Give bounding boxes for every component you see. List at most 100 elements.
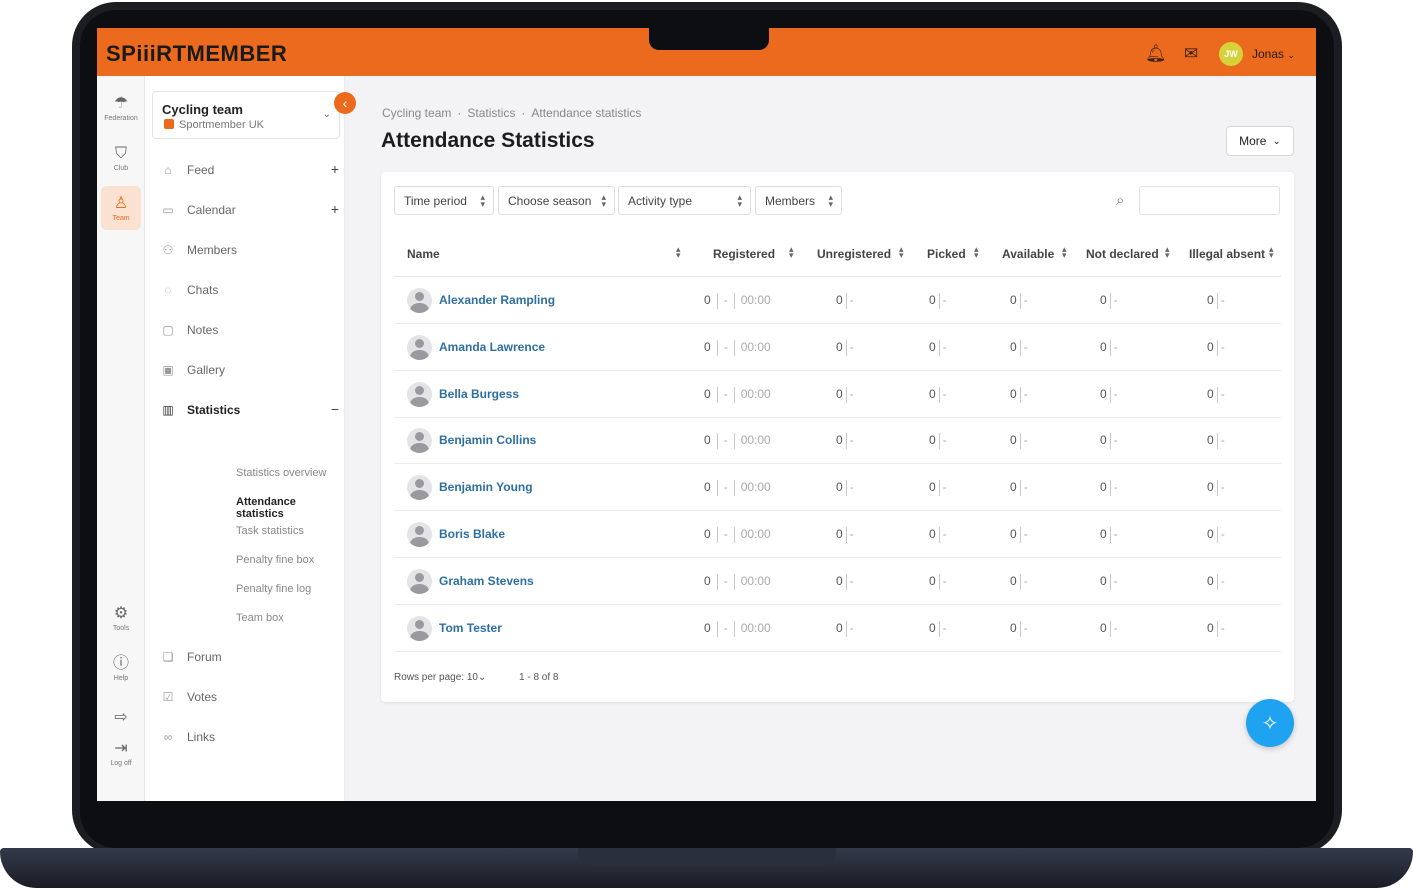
table-row[interactable]: Boris Blake 0-00:00 0-0-0-0-0-: [394, 511, 1281, 558]
illegal-absent-count: 0: [1207, 527, 1214, 542]
dash: -: [1023, 339, 1028, 354]
sub-item-penalty-fine-log[interactable]: Penalty fine log: [236, 583, 311, 595]
column-picked[interactable]: Picked: [927, 247, 966, 261]
picked-cell: 0-: [929, 480, 947, 497]
filter-members[interactable]: Members ▴ ▾: [755, 186, 842, 215]
breadcrumb-item[interactable]: Statistics: [467, 106, 515, 120]
sidebar-item-members[interactable]: ⚇ Members: [159, 239, 339, 261]
rail-label: Team: [112, 214, 130, 222]
sort-icon[interactable]: ▴ ▾: [1062, 245, 1067, 260]
member-name-link[interactable]: Bella Burgess: [439, 387, 519, 401]
filter-time-period[interactable]: Time period ▴ ▾: [394, 186, 494, 215]
chevron-left-icon: ‹: [342, 95, 348, 111]
divider: [733, 386, 735, 403]
sidebar-item-gallery[interactable]: ▣ Gallery: [159, 359, 339, 381]
sidebar-item-votes[interactable]: ☑ Votes: [159, 686, 339, 708]
member-name-link[interactable]: Alexander Rampling: [439, 293, 555, 307]
unregistered-count: 0: [836, 386, 843, 401]
divider: [733, 293, 735, 309]
sub-item-attendance-statistics[interactable]: Attendance statistics: [236, 496, 344, 520]
table-row[interactable]: Amanda Lawrence 0-00:00 0-0-0-0-0-: [394, 324, 1281, 371]
rail-item-logoff[interactable]: ⇥ Log off: [101, 731, 141, 775]
filter-activity-type[interactable]: Activity type ▴ ▾: [618, 186, 751, 215]
ai-assistant-button[interactable]: ✧: [1246, 699, 1294, 747]
user-menu[interactable]: Jonas ⌄: [1252, 47, 1295, 61]
sort-icon[interactable]: ▴ ▾: [899, 245, 904, 260]
sort-icon[interactable]: ▴ ▾: [1269, 245, 1274, 260]
collapse-sidebar-button[interactable]: ‹: [334, 92, 356, 114]
search-icon[interactable]: ⌕: [1116, 192, 1124, 209]
rail-item-tools[interactable]: ⚙ Tools: [101, 596, 141, 640]
table-row[interactable]: Graham Stevens 0-00:00 0-0-0-0-0-: [394, 558, 1281, 605]
sidebar-item-forum[interactable]: ❏ Forum: [159, 646, 339, 668]
not-declared-count: 0: [1100, 527, 1107, 542]
add-feed-icon[interactable]: +: [331, 161, 339, 177]
table-row[interactable]: Benjamin Collins 0-00:00 0-0-0-0-0-: [394, 417, 1281, 465]
team-selector[interactable]: Cycling team Sportmember UK ⌄: [152, 91, 340, 139]
member-name-link[interactable]: Tom Tester: [439, 621, 502, 635]
search-input[interactable]: [1139, 186, 1280, 215]
dash: -: [849, 293, 854, 308]
member-name-link[interactable]: Graham Stevens: [439, 574, 534, 588]
illegal-absent-cell: 0-: [1207, 386, 1225, 403]
available-count: 0: [1010, 433, 1017, 448]
registered-time: 00:00: [740, 386, 771, 401]
sidebar-item-links[interactable]: ∞ Links: [159, 726, 339, 748]
table-row[interactable]: Bella Burgess 0-00:00 0-0-0-0-0-: [394, 371, 1281, 418]
sidebar-item-calendar[interactable]: ▭ Calendar +: [159, 199, 339, 221]
filter-choose-season[interactable]: Choose season ▴ ▾: [498, 186, 615, 215]
rail-label: Help: [113, 674, 129, 682]
sidebar-item-chats[interactable]: ◌ Chats: [159, 279, 339, 301]
link-icon: ∞: [163, 730, 173, 744]
column-not-declared[interactable]: Not declared: [1086, 247, 1159, 261]
rail-item-help[interactable]: ⓘ Help: [101, 646, 141, 690]
user-avatar[interactable]: JW: [1219, 42, 1243, 66]
divider: [1109, 339, 1111, 356]
mail-icon[interactable]: ✉: [1184, 44, 1198, 64]
member-name-link[interactable]: Benjamin Young: [439, 480, 533, 494]
rail-item-team[interactable]: ♙ Team: [101, 186, 141, 230]
member-name-link[interactable]: Boris Blake: [439, 527, 505, 541]
rail-item-club[interactable]: ⛉ Club: [101, 136, 141, 180]
column-registered[interactable]: Registered: [713, 247, 775, 261]
sub-item-team-box[interactable]: Team box: [236, 612, 284, 624]
rail-item-federation[interactable]: ☂ Federation: [101, 86, 141, 130]
sort-arrows-icon: ▴ ▾: [480, 192, 485, 209]
collapse-icon[interactable]: −: [331, 401, 339, 417]
table-row[interactable]: Benjamin Young 0-00:00 0-0-0-0-0-: [394, 464, 1281, 512]
more-button[interactable]: More ⌄: [1226, 126, 1294, 156]
sidebar-item-label: Gallery: [187, 363, 226, 377]
sidebar-item-feed[interactable]: ⌂ Feed +: [159, 159, 339, 181]
app-logo[interactable]: SPiiiRTMEMBER: [106, 41, 287, 67]
column-available[interactable]: Available: [1002, 247, 1054, 261]
column-illegal-absent[interactable]: Illegal absent: [1189, 247, 1265, 261]
registered-cell: 0-00:00: [704, 573, 771, 590]
sort-icon[interactable]: ▴ ▾: [974, 245, 979, 260]
sort-icon[interactable]: ▴ ▾: [789, 245, 794, 260]
column-unregistered[interactable]: Unregistered: [817, 247, 891, 261]
sidebar-item-statistics[interactable]: ▥ Statistics −: [159, 399, 339, 421]
sub-item-penalty-fine-box[interactable]: Penalty fine box: [236, 554, 314, 566]
breadcrumb-item[interactable]: Cycling team: [382, 106, 451, 120]
sidebar-item-notes[interactable]: ▢ Notes: [159, 319, 339, 341]
sub-item-task-statistics[interactable]: Task statistics: [236, 525, 304, 537]
member-name-link[interactable]: Benjamin Collins: [439, 433, 536, 447]
divider: [716, 620, 718, 637]
rows-per-page[interactable]: Rows per page: 10⌄: [394, 672, 486, 683]
registered-cell: 0-00:00: [704, 620, 771, 637]
table-row[interactable]: Alexander Rampling 0-00:00 0-0-0-0-0-: [394, 277, 1281, 324]
column-name[interactable]: Name: [407, 247, 440, 261]
breadcrumb-separator: ·: [521, 106, 526, 120]
sort-icon[interactable]: ▴ ▾: [676, 245, 681, 260]
bell-icon[interactable]: 🔔︎: [1145, 44, 1167, 64]
rows-per-page-value[interactable]: 10: [467, 672, 478, 683]
table-header: Name ▴ ▾ Registered ▴ ▾ Unregistered ▴ ▾ Pi…: [394, 233, 1281, 277]
member-name-link[interactable]: Amanda Lawrence: [439, 340, 545, 354]
not-declared-count: 0: [1100, 573, 1107, 588]
sort-icon[interactable]: ▴ ▾: [1165, 245, 1170, 260]
sub-item-statistics-overview[interactable]: Statistics overview: [236, 467, 326, 479]
table-row[interactable]: Tom Tester 0-00:00 0-0-0-0-0-: [394, 605, 1281, 652]
add-event-icon[interactable]: +: [331, 201, 339, 217]
registered-dash: -: [723, 339, 728, 354]
registered-dash: -: [723, 573, 728, 588]
